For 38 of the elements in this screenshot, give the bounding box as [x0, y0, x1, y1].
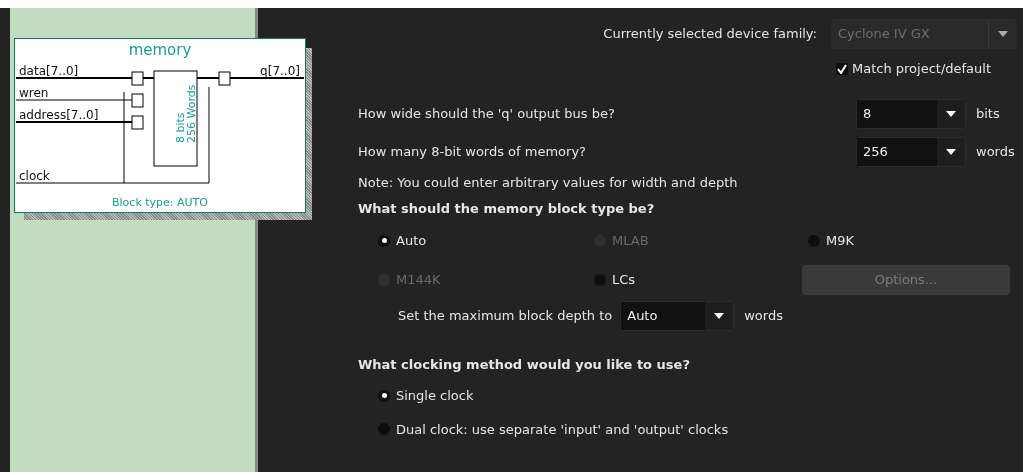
- radio-button[interactable]: [378, 389, 390, 402]
- radio-label: M144K: [396, 270, 441, 289]
- radio-button[interactable]: [378, 234, 390, 247]
- section-heading: What clocking method would you like to use?: [358, 355, 691, 374]
- port-label: q[7..0]: [260, 64, 300, 78]
- unit-label: words: [744, 306, 783, 325]
- dropdown-arrow-icon: [997, 31, 1008, 37]
- value-dropdown[interactable]: 8: [856, 98, 966, 129]
- check-icon: [837, 63, 847, 74]
- section-heading: What should the memory block type be?: [358, 200, 656, 218]
- dropdown-arrow-icon: [714, 312, 725, 319]
- note-text: Note: You could enter arbitrary values for width and depth: [358, 173, 739, 192]
- device-family-label: Currently selected device family:: [603, 25, 817, 44]
- question-label: How many 8-bit words of memory?: [358, 142, 587, 161]
- max-depth-label: Set the maximum block depth to: [398, 306, 613, 325]
- port-label: data[7..0]: [19, 64, 79, 78]
- radio-label: Dual clock: use separate 'input' and 'output' clocks: [396, 420, 729, 439]
- block-size-label: 256 Words: [185, 84, 198, 143]
- port-label: address[7..0]: [19, 108, 99, 122]
- block-type-label: Block type: AUTO: [112, 196, 208, 209]
- value-dropdown[interactable]: 256: [856, 136, 966, 167]
- block-title: memory: [128, 41, 192, 59]
- dropdown-arrow-icon: [946, 110, 956, 117]
- dropdown-arrow-icon: [946, 148, 956, 155]
- question-label: How wide should the 'q' output bus be?: [358, 104, 616, 123]
- radio-label: Single clock: [396, 387, 474, 405]
- checkbox-label: Match project/default: [852, 60, 992, 78]
- radio-label: MLAB: [612, 231, 649, 250]
- port-label: clock: [19, 169, 50, 183]
- checkbox[interactable]: [836, 62, 848, 75]
- port-label: wren: [19, 86, 49, 100]
- unit-label: bits: [976, 104, 1000, 123]
- radio-label: LCs: [612, 270, 636, 289]
- unit-label: words: [976, 142, 1015, 161]
- radio-label: Auto: [396, 231, 427, 250]
- radio-label: M9K: [826, 231, 854, 250]
- max-depth-dropdown[interactable]: Auto: [620, 300, 735, 331]
- block-size-label: 8 bits: [174, 112, 187, 143]
